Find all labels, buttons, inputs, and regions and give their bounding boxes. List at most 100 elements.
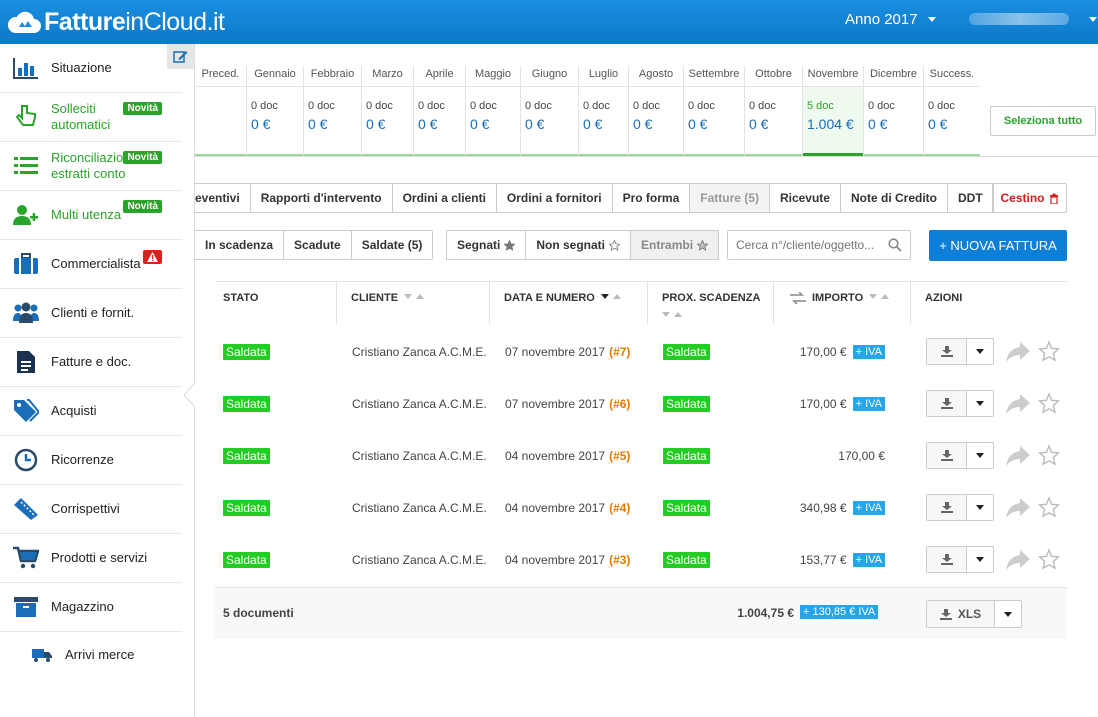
sort-icon[interactable] [869,292,891,304]
sidebar-item-acquisti[interactable]: Acquisti [0,387,182,436]
tab-note-di-credito[interactable]: Note di Credito [840,183,948,213]
filter-non-segnati[interactable]: Non segnati [526,230,632,260]
actions-dropdown[interactable] [967,339,993,364]
download-action-button[interactable] [926,494,994,521]
month-agosto[interactable]: Agosto 0 doc 0 € [629,66,684,157]
share-icon[interactable] [1006,342,1030,365]
download-pdf[interactable] [927,495,967,520]
sort-icon[interactable] [662,310,773,322]
user-menu[interactable] [969,13,1069,25]
filter-scadute[interactable]: Scadute [284,230,352,260]
month-settembre[interactable]: Settembre 0 doc 0 € [684,66,745,157]
filter-in-scadenza[interactable]: In scadenza [195,230,285,260]
month-success[interactable]: Success. 0 doc 0 € [924,66,980,157]
download-pdf[interactable] [927,391,967,416]
sidebar-item-corrispettivi[interactable]: Corrispettivi [0,485,182,534]
invoice-number[interactable]: (#5) [609,449,630,463]
actions-dropdown[interactable] [967,391,993,416]
month-giugno[interactable]: Giugno 0 doc 0 € [521,66,579,157]
export-xls-button[interactable]: XLS [926,600,1022,628]
xls-download[interactable]: XLS [927,601,995,627]
favorite-star-icon[interactable] [1037,340,1061,365]
share-icon[interactable] [1006,394,1030,417]
month-marzo[interactable]: Marzo 0 doc 0 € [362,66,414,157]
download-action-button[interactable] [926,442,994,469]
tab-eventivi[interactable]: eventivi [195,183,251,213]
month-preced[interactable]: Preced. [195,66,247,157]
month-maggio[interactable]: Maggio 0 doc 0 € [466,66,521,157]
xls-dropdown[interactable] [995,601,1021,627]
share-icon[interactable] [1006,550,1030,573]
month-novembre[interactable]: Novembre 5 doc 1.004 € [803,66,864,157]
users-icon [12,300,40,326]
actions-dropdown[interactable] [967,443,993,468]
year-selector[interactable]: Anno 2017 [845,11,936,28]
sidebar-item-label: Magazzino [51,599,114,614]
month-dicembre[interactable]: Dicembre 0 doc 0 € [864,66,924,157]
tab-fatture[interactable]: Fatture (5) [690,183,770,213]
tab-pro-forma[interactable]: Pro forma [612,183,691,213]
invoice-number[interactable]: (#3) [609,553,630,567]
month-febbraio[interactable]: Febbraio 0 doc 0 € [304,66,362,157]
sidebar-item-prodotti[interactable]: Prodotti e servizi [0,534,182,583]
table-row[interactable]: Saldata Cristiano Zanca A.C.M.E. 04 novemb… [215,482,1067,534]
filter-saldate[interactable]: Saldate (5) [351,230,434,260]
sidebar-item-clienti[interactable]: Clienti e fornit. [0,289,182,338]
sort-icon[interactable] [600,292,623,304]
tab-ddt[interactable]: DDT [947,183,994,213]
month-gennaio[interactable]: Gennaio 0 doc 0 € [247,66,304,157]
table-row[interactable]: Saldata Cristiano Zanca A.C.M.E. 07 novemb… [215,378,1067,430]
table-row[interactable]: Saldata Cristiano Zanca A.C.M.E. 07 novemb… [215,326,1067,378]
table-row[interactable]: Saldata Cristiano Zanca A.C.M.E. 04 novemb… [215,430,1067,482]
actions-dropdown[interactable] [967,547,993,572]
filter-entrambi[interactable]: Entrambi [631,230,720,260]
sidebar-item-commercialista[interactable]: Commercialista [0,240,182,289]
column-label: STATO [223,292,259,304]
table-row[interactable]: Saldata Cristiano Zanca A.C.M.E. 04 novemb… [215,534,1067,586]
download-pdf[interactable] [927,339,967,364]
sort-icon[interactable] [404,292,426,304]
sidebar-item-arrivi[interactable]: Arrivi merce [0,632,182,677]
favorite-star-icon[interactable] [1037,444,1061,469]
column-header-importo[interactable]: IMPORTO [774,282,911,324]
sidebar-item-magazzino[interactable]: Magazzino [0,583,182,632]
tab-rapporti-d-intervento[interactable]: Rapporti d'intervento [250,183,393,213]
month-ottobre[interactable]: Ottobre 0 doc 0 € [745,66,803,157]
sidebar-item-ricorrenze[interactable]: Ricorrenze [0,436,182,485]
sidebar-item-multi[interactable]: Multi utenza Novità [0,191,182,240]
trash-button[interactable]: Cestino [992,183,1067,213]
download-pdf[interactable] [927,443,967,468]
download-action-button[interactable] [926,546,994,573]
sidebar-item-situazione[interactable]: Situazione [0,44,182,93]
sidebar-item-fatture[interactable]: Fatture e doc. [0,338,182,387]
search-input[interactable] [728,231,878,259]
tab-ordini-a-clienti[interactable]: Ordini a clienti [392,183,497,213]
invoice-number[interactable]: (#4) [609,501,630,515]
new-invoice-button[interactable]: + NUOVA FATTURA [929,230,1067,261]
favorite-star-icon[interactable] [1037,496,1061,521]
download-action-button[interactable] [926,390,994,417]
invoice-number[interactable]: (#7) [609,345,630,359]
column-header-cliente[interactable]: CLIENTE [337,282,490,324]
sidebar-item-riconciliazione[interactable]: Riconciliazione estratti conto Novità [0,142,182,191]
favorite-star-icon[interactable] [1037,392,1061,417]
logo[interactable]: FattureinCloud.it [6,6,225,38]
user-chevron-down-icon[interactable] [1089,17,1097,22]
sidebar-item-solleciti[interactable]: Solleciti automatici Novità [0,93,182,142]
month-luglio[interactable]: Luglio 0 doc 0 € [579,66,629,157]
tab-ricevute[interactable]: Ricevute [769,183,841,213]
download-pdf[interactable] [927,547,967,572]
invoice-number[interactable]: (#6) [609,397,630,411]
favorite-star-icon[interactable] [1037,548,1061,573]
actions-dropdown[interactable] [967,495,993,520]
filter-segnati[interactable]: Segnati [446,230,527,260]
column-header-prox-scadenza[interactable]: PROX. SCADENZA [648,282,774,324]
select-all-button[interactable]: Seleziona tutto [990,106,1096,136]
month-aprile[interactable]: Aprile 0 doc 0 € [414,66,466,157]
column-header-data-e-numero[interactable]: DATA E NUMERO [490,282,648,324]
share-icon[interactable] [1006,498,1030,521]
share-icon[interactable] [1006,446,1030,469]
tab-ordini-a-fornitori[interactable]: Ordini a fornitori [496,183,613,213]
search-icon[interactable] [888,238,902,252]
download-action-button[interactable] [926,338,994,365]
